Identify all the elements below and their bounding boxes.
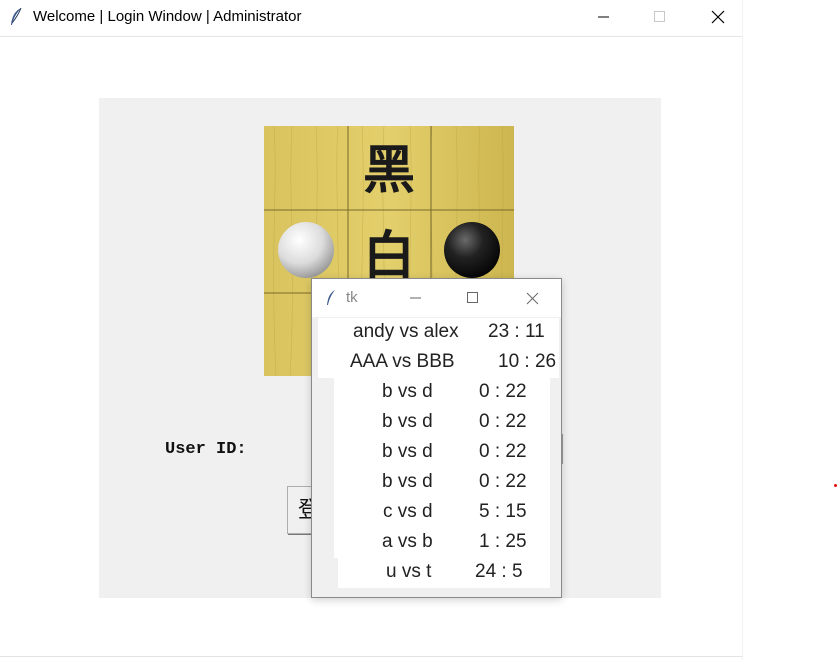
minimize-button[interactable] (575, 0, 633, 34)
white-stone (278, 222, 334, 278)
feather-icon (327, 290, 335, 305)
tk-results-window: tk andy vs alex 23 : 11 AAA vs BBB 10 : … (311, 278, 562, 598)
result-score: 10 : 26 (498, 351, 557, 372)
result-match: b vs d (382, 411, 433, 432)
result-score: 0 : 22 (479, 381, 527, 402)
result-row: b vs d 0 : 22 (334, 438, 550, 468)
window-title: Welcome | Login Window | Administrator (33, 8, 302, 25)
result-match: andy vs alex (353, 321, 459, 342)
result-match: a vs b (382, 531, 433, 552)
user-id-label: User ID: (165, 440, 247, 459)
result-row: c vs d 5 : 15 (334, 498, 550, 528)
result-match: u vs t (386, 561, 432, 582)
result-score: 0 : 22 (479, 441, 527, 462)
tk-window-title: tk (346, 289, 358, 306)
result-row: b vs d 0 : 22 (334, 408, 550, 438)
minimize-icon (410, 297, 421, 299)
result-score: 24 : 5 (475, 561, 523, 582)
close-icon (711, 10, 725, 24)
result-match: b vs d (382, 441, 433, 462)
result-row: AAA vs BBB 10 : 26 (318, 348, 559, 378)
maximize-button[interactable] (631, 0, 689, 34)
result-score: 0 : 22 (479, 411, 527, 432)
maximize-icon (654, 11, 665, 22)
minimize-icon (598, 16, 609, 18)
red-dot (834, 484, 837, 487)
result-score: 5 : 15 (479, 501, 527, 522)
feather-icon (11, 7, 22, 25)
result-score: 23 : 11 (488, 321, 545, 342)
board-caption-top: 黑 (363, 140, 415, 201)
close-button[interactable] (689, 0, 747, 34)
tk-titlebar[interactable]: tk (312, 279, 561, 317)
close-icon (526, 292, 538, 304)
result-row: u vs t 24 : 5 (338, 558, 550, 588)
result-row: a vs b 1 : 25 (334, 528, 550, 558)
tk-maximize-button[interactable] (453, 285, 493, 311)
maximize-icon (467, 292, 478, 303)
window-bottom-border (0, 656, 742, 657)
result-row: b vs d 0 : 22 (334, 468, 550, 498)
result-match: c vs d (383, 501, 433, 522)
result-row: b vs d 0 : 22 (334, 378, 550, 408)
result-score: 1 : 25 (479, 531, 527, 552)
result-match: b vs d (382, 381, 433, 402)
tk-minimize-button[interactable] (396, 285, 436, 311)
result-match: b vs d (382, 471, 433, 492)
result-match: AAA vs BBB (350, 351, 455, 372)
tk-close-button[interactable] (512, 285, 552, 311)
result-row: andy vs alex 23 : 11 (318, 318, 559, 348)
black-stone (444, 222, 500, 278)
result-score: 0 : 22 (479, 471, 527, 492)
window-titlebar[interactable]: Welcome | Login Window | Administrator (0, 0, 742, 37)
